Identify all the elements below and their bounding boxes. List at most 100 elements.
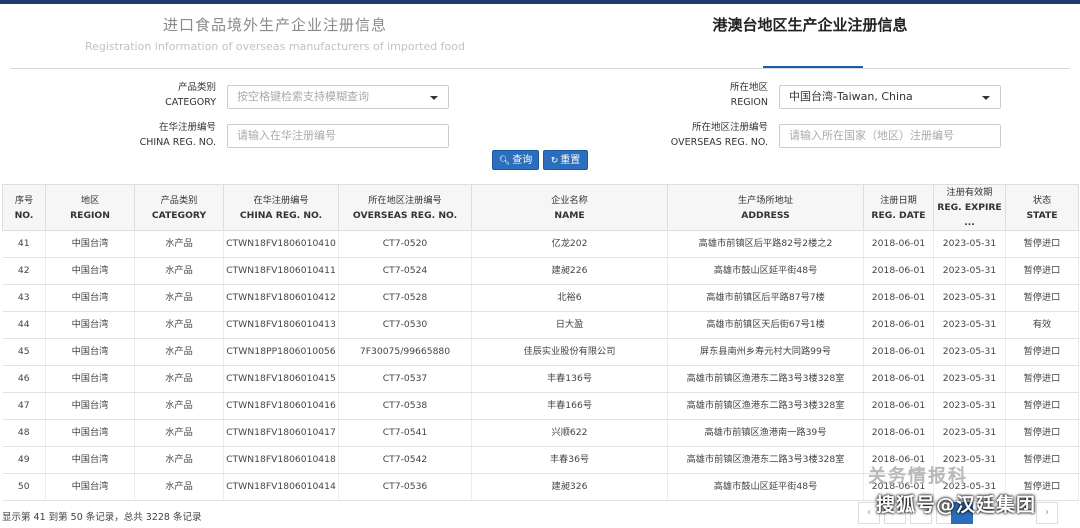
row-address: 高雄市鼓山区延平街48号 (667, 473, 864, 501)
column-header[interactable]: 企业名称 NAME (471, 184, 668, 231)
top-accent-bar (0, 0, 1080, 4)
column-header-en: NO. (14, 209, 34, 221)
row-expire-date: 2023-05-31 (933, 419, 1006, 447)
china-reg-input[interactable]: 请输入在华注册编号 (227, 124, 449, 148)
row-china-reg: CTWN18FV1806010413 (223, 311, 339, 339)
overseas-reg-label: 所在地区注册编号 OVERSEAS REG. NO. (640, 120, 768, 150)
row-expire-date: 2023-05-31 (933, 230, 1006, 258)
row-category: 水产品 (134, 446, 224, 474)
registration-table: 序号 NO. 地区 REGION 产品类别 CATEGORY 在华注册编号 CHINA REG… (2, 184, 1079, 501)
column-header-cn: 生产场所地址 (737, 194, 794, 206)
row-category: 水产品 (134, 284, 224, 312)
row-region: 中国台湾 (45, 230, 135, 258)
row-state: 暂停进口 (1005, 230, 1079, 258)
tab-imported-food[interactable]: 进口食品境外生产企业注册信息 Registration information … (0, 14, 550, 53)
refresh-icon: ↻ (550, 156, 559, 166)
column-header-cn: 企业名称 (551, 194, 588, 206)
row-region: 中国台湾 (45, 392, 135, 420)
row-category: 水产品 (134, 230, 224, 258)
tab-imported-food-subtitle: Registration information of overseas man… (84, 40, 466, 53)
row-name: 日大盈 (471, 311, 668, 339)
category-label-en: CATEGORY (165, 97, 216, 108)
row-address: 高雄市前镇区渔港东二路3号3楼328室 (667, 392, 864, 420)
row-name: 佳辰实业股份有限公司 (471, 338, 668, 366)
row-expire-date: 2023-05-31 (933, 365, 1006, 393)
column-header-cn: 序号 (14, 194, 34, 206)
column-header[interactable]: 注册日期 REG. DATE (863, 184, 934, 231)
overseas-reg-placeholder: 请输入所在国家（地区）注册编号 (789, 129, 954, 142)
query-button-label: 查询 (512, 155, 533, 166)
column-header[interactable]: 所在地区注册编号 OVERSEAS REG. NO. (338, 184, 472, 231)
row-address: 高雄市前镇区渔港东二路3号3楼328室 (667, 446, 864, 474)
tab-divider (10, 68, 1070, 69)
column-header[interactable]: 注册有效期 REG. EXPIRE ... (933, 184, 1006, 231)
row-number: 49 (2, 446, 46, 474)
region-label-cn: 所在地区 (729, 82, 768, 93)
row-overseas-reg: CT7-0530 (338, 311, 472, 339)
reset-button[interactable]: ↻ 重置 (543, 150, 588, 170)
row-overseas-reg: CT7-0542 (338, 446, 472, 474)
row-category: 水产品 (134, 338, 224, 366)
table-row[interactable]: 48 中国台湾 水产品 CTWN18FV1806010417 CT7-0541 兴顺622… (2, 419, 1079, 447)
row-region: 中国台湾 (45, 365, 135, 393)
china-reg-label-cn: 在华注册编号 (158, 122, 216, 133)
search-icon: 🔍︎ (498, 156, 511, 166)
table-row[interactable]: 42 中国台湾 水产品 CTWN18FV1806010411 CT7-0524 建昶226… (2, 257, 1079, 285)
category-select[interactable]: 按空格键检索支持模糊查询 (227, 85, 449, 109)
row-state: 暂停进口 (1005, 338, 1079, 366)
row-number: 42 (2, 257, 46, 285)
row-reg-date: 2018-06-01 (863, 284, 934, 312)
row-china-reg: CTWN18FV1806010414 (223, 473, 339, 501)
table-row[interactable]: 41 中国台湾 水产品 CTWN18FV1806010410 CT7-0520 亿龙202… (2, 230, 1079, 258)
overseas-reg-label-cn: 所在地区注册编号 (691, 122, 768, 133)
table-row[interactable]: 44 中国台湾 水产品 CTWN18FV1806010413 CT7-0530 日大盈 高雄… (2, 311, 1079, 339)
column-header-en: REGION (70, 209, 110, 221)
region-select[interactable]: 中国台湾-Taiwan, China (779, 85, 1001, 109)
row-name: 丰春136号 (471, 365, 668, 393)
row-category: 水产品 (134, 473, 224, 501)
table-row[interactable]: 47 中国台湾 水产品 CTWN18FV1806010416 CT7-0538 丰春166… (2, 392, 1079, 420)
column-header-en: OVERSEAS REG. NO. (352, 209, 458, 221)
query-button[interactable]: 🔍︎ 查询 (492, 150, 539, 170)
table-row[interactable]: 45 中国台湾 水产品 CTWN18PP1806010056 7F30075/99665… (2, 338, 1079, 366)
column-header[interactable]: 状态 STATE (1005, 184, 1079, 231)
column-header[interactable]: 序号 NO. (2, 184, 46, 231)
overseas-reg-input[interactable]: 请输入所在国家（地区）注册编号 (779, 124, 1001, 148)
tab-hk-macao-taiwan[interactable]: 港澳台地区生产企业注册信息 (660, 14, 960, 35)
row-region: 中国台湾 (45, 284, 135, 312)
table-row[interactable]: 43 中国台湾 水产品 CTWN18FV1806010412 CT7-0528 北裕6 高雄… (2, 284, 1079, 312)
table-row[interactable]: 46 中国台湾 水产品 CTWN18FV1806010415 CT7-0537 丰春136… (2, 365, 1079, 393)
overseas-reg-label-en: OVERSEAS REG. NO. (670, 137, 768, 148)
column-header-en: STATE (1026, 209, 1058, 221)
row-state: 暂停进口 (1005, 446, 1079, 474)
row-address: 高雄市鼓山区延平街48号 (667, 257, 864, 285)
row-overseas-reg: CT7-0538 (338, 392, 472, 420)
row-expire-date: 2023-05-31 (933, 392, 1006, 420)
row-expire-date: 2023-05-31 (933, 284, 1006, 312)
row-overseas-reg: CT7-0537 (338, 365, 472, 393)
row-region: 中国台湾 (45, 419, 135, 447)
row-state: 暂停进口 (1005, 392, 1079, 420)
row-address: 高雄市前镇区天后街67号1楼 (667, 311, 864, 339)
category-placeholder: 按空格键检索支持模糊查询 (237, 90, 369, 103)
row-region: 中国台湾 (45, 338, 135, 366)
pager-next-button[interactable]: › (1036, 502, 1058, 524)
column-header[interactable]: 产品类别 CATEGORY (134, 184, 224, 231)
row-name: 丰春166号 (471, 392, 668, 420)
row-address: 高雄市前镇区后平路82号2楼之2 (667, 230, 864, 258)
column-header[interactable]: 地区 REGION (45, 184, 135, 231)
chevron-down-icon (982, 96, 990, 100)
row-number: 45 (2, 338, 46, 366)
row-state: 暂停进口 (1005, 284, 1079, 312)
watermark-text: 关务情报科 (868, 466, 968, 487)
row-reg-date: 2018-06-01 (863, 419, 934, 447)
row-address: 屏东县南州乡寿元村大同路99号 (667, 338, 864, 366)
row-number: 41 (2, 230, 46, 258)
row-overseas-reg: 7F30075/99665880 (338, 338, 472, 366)
row-overseas-reg: CT7-0536 (338, 473, 472, 501)
column-header[interactable]: 生产场所地址 ADDRESS (667, 184, 864, 231)
row-state: 暂停进口 (1005, 365, 1079, 393)
column-header[interactable]: 在华注册编号 CHINA REG. NO. (223, 184, 339, 231)
row-number: 43 (2, 284, 46, 312)
row-name: 北裕6 (471, 284, 668, 312)
